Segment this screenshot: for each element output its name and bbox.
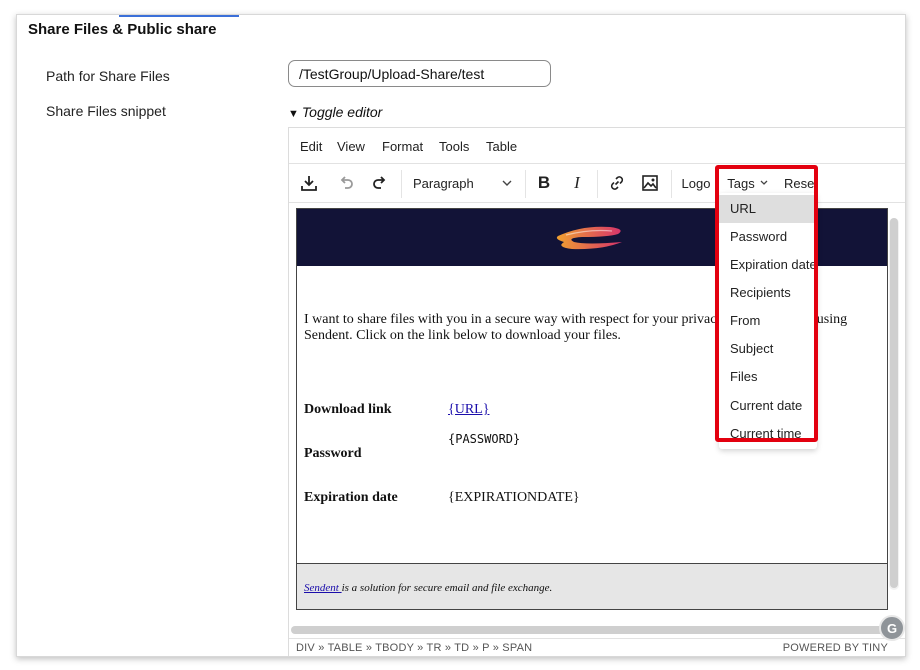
footer-text: Sendent is a solution for secure email a… xyxy=(304,582,552,594)
chevron-down-icon xyxy=(502,180,512,186)
menu-format[interactable]: Format xyxy=(382,139,423,154)
sendent-link[interactable]: Sendent xyxy=(304,582,342,594)
path-label: Path for Share Files xyxy=(46,68,170,84)
vertical-scrollbar[interactable] xyxy=(889,218,899,590)
email-footer: Sendent is a solution for secure email a… xyxy=(297,563,887,609)
italic-icon[interactable]: I xyxy=(562,169,592,197)
toolbar-separator xyxy=(671,170,672,198)
toolbar-separator xyxy=(401,170,402,198)
bold-icon[interactable]: B xyxy=(529,169,559,197)
scroll-thumb[interactable] xyxy=(890,218,898,588)
expiration-date-value: {EXPIRATIONDATE} xyxy=(448,490,580,505)
editor-statusbar: DIV » TABLE » TBODY » TR » TD » P » SPAN… xyxy=(289,638,905,656)
snippet-label: Share Files snippet xyxy=(46,103,166,119)
sendent-logo xyxy=(556,226,622,250)
download-link-label: Download link xyxy=(304,402,392,417)
password-value: {PASSWORD} xyxy=(448,432,521,446)
section-title: Share Files & Public share xyxy=(28,21,217,38)
tag-item-current-date[interactable]: Current date xyxy=(719,392,817,420)
tag-item-url[interactable]: URL xyxy=(719,195,817,223)
menu-view[interactable]: View xyxy=(337,139,365,154)
tag-item-expiration-date[interactable]: Expiration date xyxy=(719,251,817,279)
menu-edit[interactable]: Edit xyxy=(300,139,322,154)
tag-item-current-time[interactable]: Current time xyxy=(719,420,817,448)
redo-icon[interactable] xyxy=(365,169,395,197)
settings-panel: Share Files & Public share Path for Shar… xyxy=(16,14,906,657)
download-icon[interactable] xyxy=(294,169,324,197)
tags-dropdown-menu: URL Password Expiration date Recipients … xyxy=(719,193,817,449)
grammarly-icon[interactable]: G xyxy=(879,615,905,641)
tag-item-recipients[interactable]: Recipients xyxy=(719,279,817,307)
top-accent-line xyxy=(119,15,239,17)
toolbar-separator xyxy=(597,170,598,198)
link-icon[interactable] xyxy=(602,169,632,197)
tag-item-from[interactable]: From xyxy=(719,307,817,335)
undo-icon[interactable] xyxy=(331,169,361,197)
block-format-select[interactable]: Paragraph xyxy=(405,169,521,197)
logo-button[interactable]: Logo xyxy=(676,169,716,197)
powered-by-link[interactable]: POWERED BY TINY xyxy=(783,642,888,654)
image-icon[interactable] xyxy=(635,169,665,197)
download-link-value[interactable]: {URL} xyxy=(448,402,489,418)
toolbar-separator xyxy=(525,170,526,198)
element-path[interactable]: DIV » TABLE » TBODY » TR » TD » P » SPAN xyxy=(296,642,532,654)
toggle-editor-label: Toggle editor xyxy=(301,104,383,120)
editor-menubar: Edit View Format Tools Table xyxy=(289,128,905,164)
tags-label: Tags xyxy=(727,175,755,191)
menu-table[interactable]: Table xyxy=(486,139,517,154)
tag-item-files[interactable]: Files xyxy=(719,363,817,391)
tag-item-subject[interactable]: Subject xyxy=(719,335,817,363)
share-path-input[interactable] xyxy=(288,60,551,87)
block-format-value: Paragraph xyxy=(413,175,474,191)
horizontal-scrollbar[interactable] xyxy=(291,626,885,634)
triangle-down-icon: ▼ xyxy=(288,108,299,120)
menu-tools[interactable]: Tools xyxy=(439,139,469,154)
expiration-date-label: Expiration date xyxy=(304,490,398,505)
toggle-editor[interactable]: ▼ Toggle editor xyxy=(288,104,382,120)
tag-item-password[interactable]: Password xyxy=(719,223,817,251)
footer-rest: is a solution for secure email and file … xyxy=(341,582,553,594)
chevron-down-icon xyxy=(760,180,768,185)
password-label: Password xyxy=(304,446,362,461)
